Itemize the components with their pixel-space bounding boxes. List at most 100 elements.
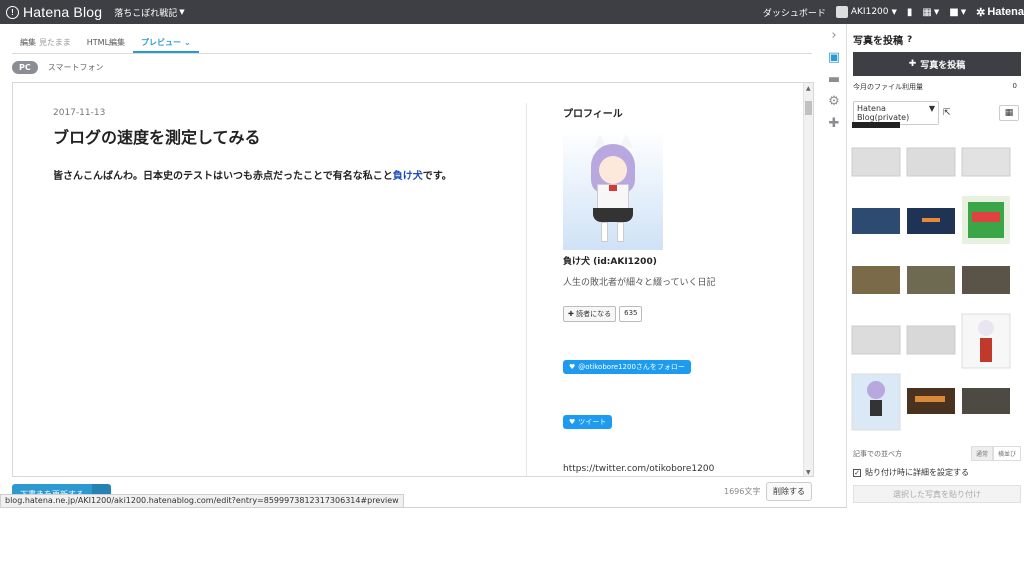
chevron-down-icon: ⌄ (184, 38, 191, 47)
sort-normal-button[interactable]: 通常 (970, 446, 993, 461)
thumbnail-sketch[interactable] (851, 147, 901, 177)
chevron-down-icon: ▼ (933, 8, 940, 16)
character-leg (617, 222, 624, 242)
profile-heading: プロフィール (563, 109, 623, 120)
panel-title: 写真を投稿 ? (853, 32, 912, 48)
notification-button[interactable]: ■ ▼ (949, 7, 966, 18)
logo-text: Hatena Blog (23, 4, 103, 20)
entry-title: ブログの速度を測定してみる (53, 128, 261, 147)
preview-scrollbar[interactable]: ▲ ▼ (803, 83, 813, 476)
plus-icon[interactable]: ✚ (829, 116, 840, 131)
help-icon[interactable]: ? (907, 35, 912, 45)
delete-button[interactable]: 削除する (766, 482, 812, 501)
hatena-menu[interactable]: ✲ Hatena (976, 6, 1024, 19)
user-name: AKI1200 (850, 7, 889, 17)
thumbnail-photo[interactable] (962, 266, 1010, 294)
author-link[interactable]: 負け犬 (393, 171, 423, 182)
bookmark-button[interactable]: ▮ (907, 7, 913, 18)
file-usage: 今月のファイル利用量 0 (853, 82, 1017, 92)
subscribe-button[interactable]: ✚ 読者になる (563, 306, 617, 322)
folder-name: Hatena Blog(private) (857, 104, 910, 122)
tab-label: プレビュー (141, 38, 182, 47)
usage-value: 0 (1012, 82, 1017, 90)
avatar (835, 6, 848, 18)
entry-body-end: です。 (422, 171, 452, 182)
thumbnail-sketch[interactable] (851, 325, 901, 355)
user-menu[interactable]: AKI1200 ▼ (835, 6, 897, 18)
scroll-down-icon[interactable]: ▼ (806, 469, 811, 476)
hatena-blog-logo[interactable]: ! Hatena Blog (0, 4, 102, 20)
browser-status-bar: blog.hatena.ne.jp/AKI1200/aki1200.hatena… (0, 494, 404, 508)
dashboard-link[interactable]: ダッシュボード (763, 6, 826, 19)
twitter-bird-icon: ♥ (569, 418, 576, 426)
twitter-url[interactable]: https://twitter.com/otikobore1200 (563, 464, 783, 474)
character-skirt (593, 208, 633, 222)
tab-html[interactable]: HTML編集 (79, 37, 133, 53)
profile-image (563, 130, 663, 250)
thumbnail-photo[interactable] (907, 266, 955, 294)
sort-horizontal-button[interactable]: 横並び (992, 446, 1021, 461)
scroll-thumb[interactable] (805, 101, 812, 115)
gear-icon[interactable]: ⚙ (828, 94, 840, 109)
chevron-down-icon: ▼ (891, 8, 897, 16)
photo-icon[interactable]: ▣ (828, 50, 840, 65)
character-count: 1696文字 (724, 487, 761, 496)
thumbnail-detail (980, 338, 992, 362)
thumbnail-photo[interactable] (962, 388, 1010, 414)
topbar-right-group: ダッシュボード AKI1200 ▼ ▮ ▦ ▼ ■ ▼ ✲ Hatena (763, 0, 1024, 24)
blog-selector[interactable]: 落ちこぼれ戦記 ▼ (114, 6, 184, 19)
reader-row: ✚ 読者になる 635 (563, 306, 783, 322)
character-face (599, 156, 627, 184)
paste-selected-button[interactable]: 選択した写真を貼り付け (853, 485, 1021, 503)
profile-name[interactable]: 負け犬 (id:AKI1200) (563, 254, 783, 267)
thumbnail-sketch[interactable] (906, 147, 956, 177)
hatena-label: Hatena (987, 6, 1024, 18)
tab-preview[interactable]: プレビュー ⌄ (133, 37, 199, 53)
folder-icon[interactable]: ▬ (828, 72, 840, 87)
entry-body-text: 皆さんこんばんわ。日本史のテストはいつも赤点だったことで有名な私こと (53, 171, 393, 182)
chevron-down-icon: ▼ (179, 8, 185, 16)
profile-sidebar: プロフィール 負け犬 (id:AKI1200) 人生の敗北者が細々と綴っていく日… (563, 105, 783, 474)
panel-title-text: 写真を投稿 (853, 36, 903, 47)
grid-icon: ▦ (1004, 108, 1014, 118)
sort-label: 記事での並べ方 (853, 449, 902, 458)
preview-frame[interactable]: 2017-11-13 ブログの速度を測定してみる 皆さんこんばんわ。日本史のテス… (12, 82, 814, 477)
tweet-button[interactable]: ♥ ツイート (563, 415, 613, 429)
thumbnail-detail (915, 396, 945, 402)
detail-setting-row[interactable]: ✓ 貼り付け時に詳細を設定する (853, 467, 969, 478)
apps-menu-button[interactable]: ▦ ▼ (922, 7, 939, 18)
device-smartphone-button[interactable]: スマートフォン (48, 62, 104, 73)
post-photo-button[interactable]: ✚ 写真を投稿 (853, 52, 1021, 76)
twitter-follow-button[interactable]: ♥ @otikobore1200さんをフォロー (563, 360, 691, 374)
tab-wysiwyg[interactable]: 編集 見たまま (12, 37, 79, 53)
grid-view-button[interactable]: ▦ (999, 105, 1019, 121)
character-bow (609, 185, 617, 191)
thumbnail-detail (922, 218, 940, 222)
thumbnail-sketch[interactable] (906, 325, 956, 355)
thumbnail-screenshot[interactable] (852, 208, 900, 234)
sort-row: 記事での並べ方 通常 横並び (853, 446, 1021, 461)
thumbnail-canvas (851, 122, 1011, 431)
thumbnail-dark-strip[interactable] (852, 122, 900, 128)
thumbnail-detail (978, 320, 994, 336)
sort-options: 通常 横並び (970, 446, 1021, 461)
plus-icon: ✚ (908, 59, 917, 69)
hatena-blog-editor: ! Hatena Blog 落ちこぼれ戦記 ▼ ダッシュボード AKI1200 … (0, 0, 1024, 576)
reader-count: 635 (619, 306, 643, 322)
bookmark-icon: ▮ (906, 6, 913, 18)
subscribe-label: 読者になる (576, 310, 612, 318)
device-pc-button[interactable]: PC (12, 61, 38, 74)
external-link-icon[interactable]: ⇱ (943, 108, 951, 118)
photo-thumbnail-grid[interactable] (850, 122, 1022, 440)
chevron-down-icon: ▼ (960, 8, 967, 16)
detail-checkbox[interactable]: ✓ (853, 468, 861, 477)
usage-label: 今月のファイル利用量 (853, 83, 923, 91)
editor-mode-tabs: 編集 見たまま HTML編集 プレビュー ⌄ (12, 30, 812, 54)
chevron-right-icon[interactable]: › (831, 28, 836, 43)
scroll-up-icon[interactable]: ▲ (806, 85, 811, 92)
gear-icon: ✲ (976, 6, 986, 19)
twitter-bird-icon: ♥ (569, 363, 576, 371)
thumbnail-detail (867, 381, 885, 399)
thumbnail-photo[interactable] (852, 266, 900, 294)
thumbnail-sketch[interactable] (961, 147, 1011, 177)
